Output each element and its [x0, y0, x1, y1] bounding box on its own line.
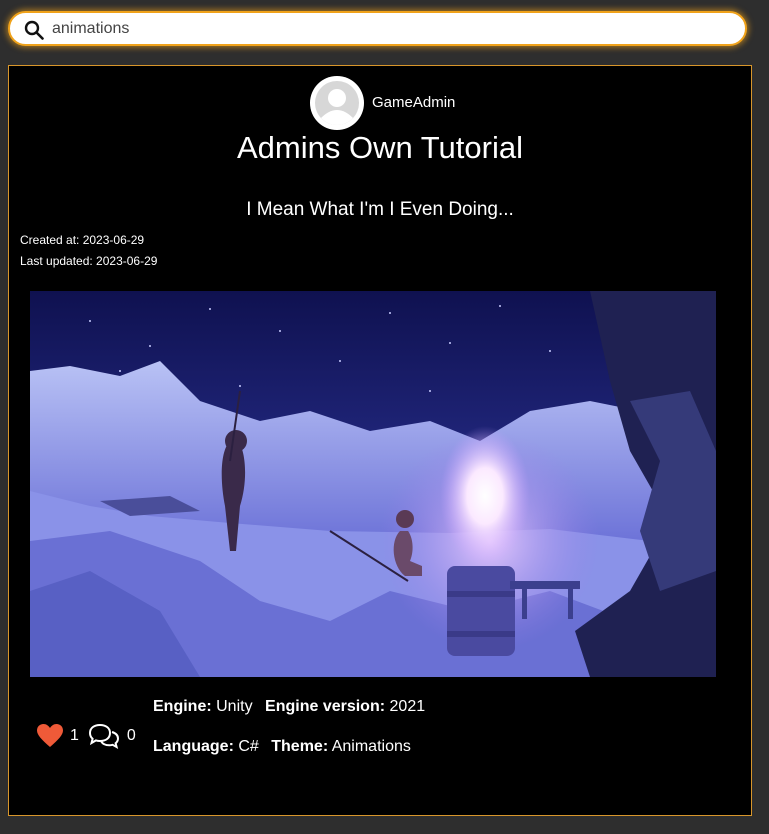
cover-image[interactable] — [30, 291, 716, 677]
avatar-icon — [315, 81, 359, 125]
engine-version-value: 2021 — [389, 698, 426, 715]
post-subtitle: I Mean What I'm I Even Doing... — [246, 199, 514, 220]
post-title[interactable]: Admins Own Tutorial — [9, 130, 751, 166]
created-date: Created at: 2023-06-29 — [20, 233, 145, 247]
search-bar[interactable] — [8, 11, 747, 46]
language-label: Language: — [153, 738, 234, 755]
language-value: C# — [238, 738, 259, 755]
updated-date: Last updated: 2023-06-29 — [20, 254, 158, 268]
like-count: 1 — [70, 727, 79, 744]
avatar[interactable] — [310, 76, 364, 130]
tutorial-card[interactable]: GameAdmin Admins Own Tutorial I Mean Wha… — [8, 65, 752, 816]
meta-row-engine: Engine: Unity Engine version: 2021 — [153, 698, 433, 716]
comments-icon[interactable] — [87, 722, 121, 750]
engine-value: Unity — [216, 698, 253, 715]
engine-version-label: Engine version: — [265, 698, 386, 715]
meta-row-language: Language: C# Theme: Animations — [153, 738, 419, 756]
cover-image-art — [30, 291, 716, 677]
search-icon[interactable] — [24, 20, 44, 40]
theme-label: Theme: — [271, 738, 329, 755]
heart-icon[interactable] — [36, 723, 64, 749]
search-input[interactable] — [52, 18, 732, 40]
author-name[interactable]: GameAdmin — [372, 94, 455, 111]
comment-count: 0 — [126, 727, 136, 744]
theme-value: Animations — [331, 738, 411, 755]
engine-label: Engine: — [153, 698, 212, 715]
post-stats: 1 0 — [36, 721, 136, 751]
